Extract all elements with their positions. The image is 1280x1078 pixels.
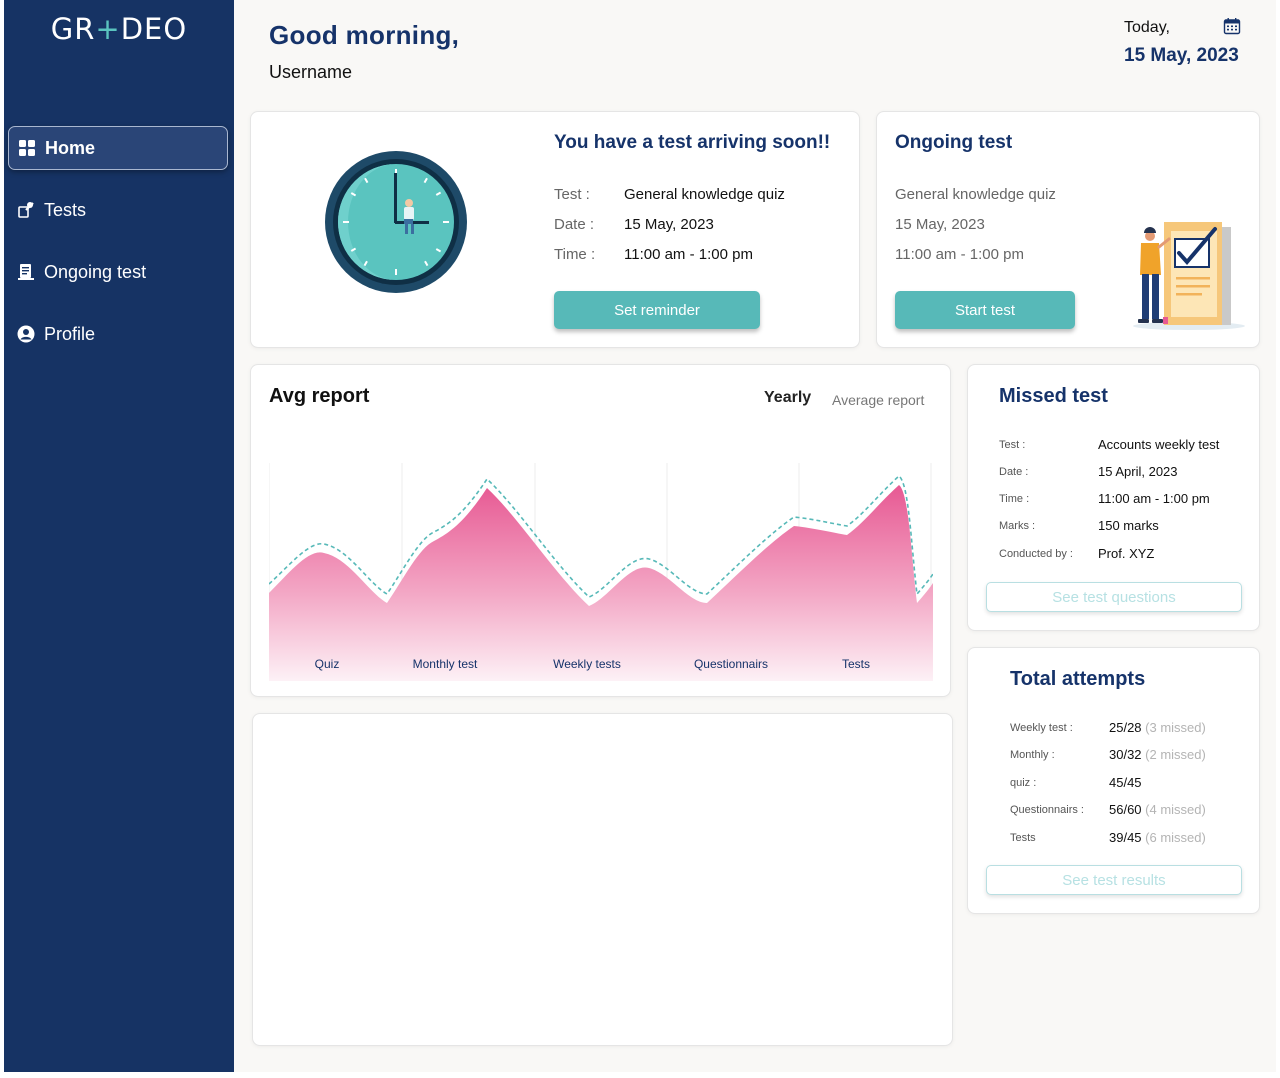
attempt-value-weekly: 25/28 (3 missed) bbox=[1109, 720, 1206, 735]
missed-test-title: Missed test bbox=[999, 385, 1108, 407]
x-tick-monthly-test: Monthly test bbox=[413, 657, 478, 671]
username: Username bbox=[269, 62, 353, 82]
attempt-label-monthly: Monthly : bbox=[1010, 749, 1055, 761]
upcoming-test-label: Test : bbox=[554, 186, 590, 203]
attempt-value-monthly: 30/32 (2 missed) bbox=[1109, 747, 1206, 762]
ongoing-test-name: General knowledge quiz bbox=[895, 186, 1056, 203]
calendar-icon[interactable] bbox=[1223, 17, 1241, 35]
document-icon bbox=[16, 262, 36, 282]
empty-panel bbox=[252, 713, 953, 1046]
brand-logo[interactable]: GR+DEO bbox=[4, 12, 234, 46]
missed-date-value: 15 April, 2023 bbox=[1098, 464, 1178, 479]
sidebar-item-label: Profile bbox=[44, 323, 96, 344]
attempt-value-tests: 39/45 (6 missed) bbox=[1109, 830, 1206, 845]
attempt-label-quiz: quiz : bbox=[1010, 777, 1037, 789]
logo-suffix: DEO bbox=[120, 12, 188, 46]
greeting: Good morning, bbox=[269, 20, 460, 50]
user-icon bbox=[16, 324, 36, 344]
x-tick-questionnairs: Questionnairs bbox=[694, 657, 768, 671]
ongoing-test-card: Ongoing test General knowledge quiz 15 M… bbox=[876, 111, 1260, 348]
sidebar-item-tests[interactable]: Tests bbox=[8, 188, 228, 232]
avg-series-area bbox=[269, 485, 933, 681]
attempt-value-quiz: 45/45 bbox=[1109, 775, 1142, 790]
upcoming-time-value: 11:00 am - 1:00 pm bbox=[624, 246, 753, 263]
sidebar-item-home[interactable]: Home bbox=[8, 126, 228, 170]
missed-time-value: 11:00 am - 1:00 pm bbox=[1098, 491, 1210, 506]
upcoming-time-label: Time : bbox=[554, 246, 596, 263]
attempt-label-tests: Tests bbox=[1010, 832, 1036, 844]
ongoing-test-time: 11:00 am - 1:00 pm bbox=[895, 246, 1024, 263]
average-report-toggle[interactable]: Average report bbox=[832, 392, 924, 408]
yearly-toggle[interactable]: Yearly bbox=[764, 389, 811, 407]
missed-conductor-value: Prof. XYZ bbox=[1098, 546, 1155, 561]
upcoming-test-title: You have a test arriving soon!! bbox=[554, 132, 831, 153]
logo-mark: + bbox=[95, 12, 121, 46]
checklist-illustration bbox=[1133, 222, 1245, 330]
missed-test-name: Accounts weekly test bbox=[1098, 437, 1220, 452]
x-tick-tests: Tests bbox=[842, 657, 870, 671]
upcoming-test-name: General knowledge quiz bbox=[624, 186, 785, 203]
x-tick-weekly-tests: Weekly tests bbox=[553, 657, 621, 671]
x-tick-quiz: Quiz bbox=[315, 657, 340, 671]
attempt-value-questionnairs: 56/60 (4 missed) bbox=[1109, 802, 1206, 817]
test-icon bbox=[16, 200, 36, 220]
sidebar-item-label: Home bbox=[45, 137, 96, 158]
today-label: Today, bbox=[1124, 19, 1170, 36]
missed-test-card: Missed test Test : Accounts weekly test … bbox=[967, 364, 1260, 631]
upcoming-test-card: You have a test arriving soon!! Test : G… bbox=[250, 111, 860, 348]
set-reminder-button[interactable]: Set reminder bbox=[554, 291, 760, 329]
start-test-button[interactable]: Start test bbox=[895, 291, 1075, 329]
attempt-label-questionnairs: Questionnairs : bbox=[1010, 804, 1084, 816]
missed-date-label: Date : bbox=[999, 466, 1029, 478]
sidebar-item-label: Ongoing test bbox=[44, 261, 147, 282]
ongoing-test-date: 15 May, 2023 bbox=[895, 216, 985, 233]
ongoing-test-title: Ongoing test bbox=[895, 132, 1013, 153]
missed-conductor-label: Conducted by : bbox=[999, 548, 1073, 560]
logo-prefix: GR bbox=[50, 12, 96, 46]
avg-report-card: Avg report Yearly Average report Quiz Mo… bbox=[250, 364, 951, 697]
missed-marks-value: 150 marks bbox=[1098, 518, 1159, 533]
missed-marks-label: Marks : bbox=[999, 520, 1036, 532]
today-date: 15 May, 2023 bbox=[1124, 45, 1239, 66]
sidebar-item-profile[interactable]: Profile bbox=[8, 312, 228, 356]
see-test-results-button[interactable]: See test results bbox=[986, 865, 1242, 895]
total-attempts-card: Total attempts Weekly test : 25/28 (3 mi… bbox=[967, 647, 1260, 914]
grid-icon bbox=[17, 138, 37, 158]
missed-test-label: Test : bbox=[999, 439, 1026, 451]
clock-illustration bbox=[325, 151, 467, 293]
upcoming-date-label: Date : bbox=[554, 216, 595, 233]
avg-report-title: Avg report bbox=[269, 385, 370, 407]
upcoming-date-value: 15 May, 2023 bbox=[624, 216, 714, 233]
sidebar-item-label: Tests bbox=[44, 199, 87, 220]
avg-report-chart: Quiz Monthly test Weekly tests Questionn… bbox=[269, 463, 933, 681]
missed-time-label: Time : bbox=[999, 493, 1030, 505]
attempt-label-weekly: Weekly test : bbox=[1010, 722, 1073, 734]
total-attempts-title: Total attempts bbox=[1010, 668, 1146, 690]
see-test-questions-button[interactable]: See test questions bbox=[986, 582, 1242, 612]
sidebar-item-ongoing-test[interactable]: Ongoing test bbox=[8, 250, 228, 294]
